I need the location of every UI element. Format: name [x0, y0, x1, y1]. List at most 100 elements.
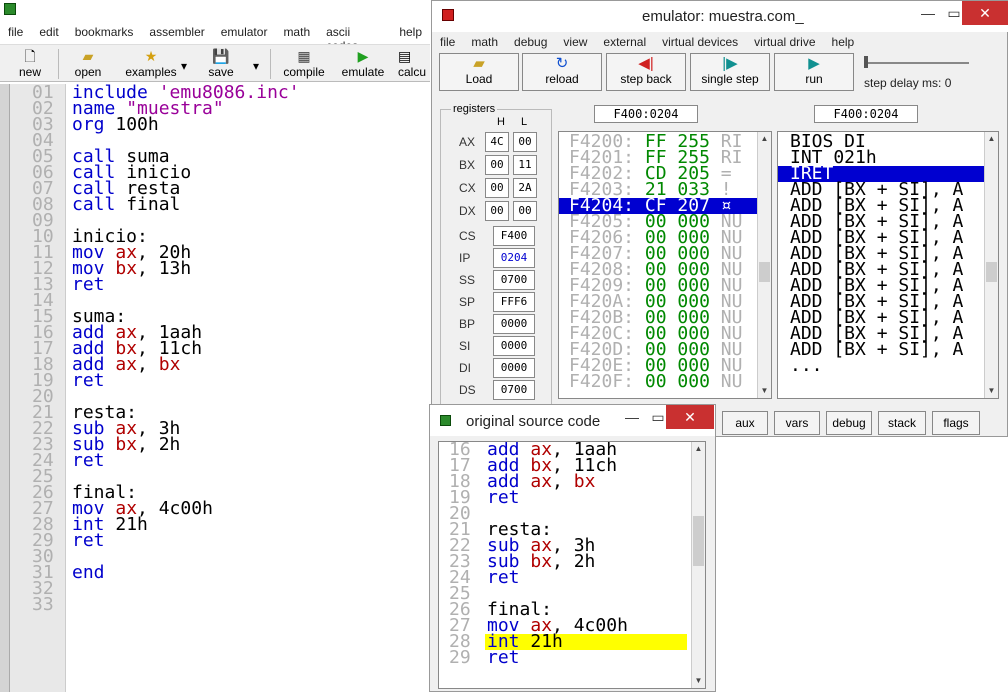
scroll-down-icon[interactable]: ▼ [692, 674, 705, 688]
scroll-thumb[interactable] [759, 262, 770, 282]
flags-button[interactable]: flags [932, 411, 980, 435]
disasm-row[interactable]: ... [790, 357, 823, 375]
code-token: 100h [115, 114, 159, 135]
source-window: original source code — ▭ ✕ 16 add ax, 1aa… [429, 404, 716, 692]
emu-menu-virtual-drive[interactable]: virtual drive [746, 33, 823, 51]
register-ss-value[interactable]: 0700 [493, 270, 535, 290]
code-token: org [72, 114, 116, 135]
emulator-menubar: file math debug view external virtual de… [432, 33, 862, 51]
register-bx-low[interactable]: 11 [513, 155, 537, 175]
emu-menu-file[interactable]: file [432, 33, 463, 51]
register-bp-value[interactable]: 0000 [493, 314, 535, 334]
open-button[interactable]: ▰ open [66, 48, 110, 82]
slider-thumb[interactable] [864, 56, 868, 68]
scroll-down-icon[interactable]: ▼ [985, 384, 998, 398]
memory-address-field[interactable]: F400:0204 [594, 105, 698, 123]
menu-assembler[interactable]: assembler [141, 23, 212, 43]
emu-menu-virtual-devices[interactable]: virtual devices [654, 33, 746, 51]
memory-scrollbar[interactable]: ▲ ▼ [757, 132, 771, 398]
editor-titlebar [0, 0, 430, 22]
code-token: final [126, 194, 181, 215]
code-token: 21h [530, 631, 563, 652]
emu-menu-debug[interactable]: debug [506, 33, 555, 51]
reload-icon: ↻ [555, 55, 569, 72]
aux-button[interactable]: aux [722, 411, 768, 435]
editor-menubar: file edit bookmarks assembler emulator m… [0, 23, 430, 53]
run-button[interactable]: ▶ run [774, 53, 854, 91]
scroll-up-icon[interactable]: ▲ [985, 132, 998, 146]
step-delay-label: step delay ms: 0 [864, 76, 952, 90]
emulator-titlebar: emulator: muestra.com_ — ▭ ✕ [432, 1, 1008, 32]
source-close-button[interactable]: ✕ [666, 405, 714, 429]
register-cs-value[interactable]: F400 [493, 226, 535, 246]
bookmark-margin[interactable] [0, 84, 10, 692]
calculator-button[interactable]: ▤ calcu [398, 48, 430, 82]
code-token: , [137, 354, 159, 375]
code-token: bx [115, 258, 138, 279]
step-back-button[interactable]: ◀| step back [606, 53, 686, 91]
close-button[interactable]: ✕ [962, 1, 1008, 25]
load-button[interactable]: ▰ Load [439, 53, 519, 91]
new-button[interactable]: 🗋 new [8, 48, 52, 82]
scroll-up-icon[interactable]: ▲ [758, 132, 771, 146]
code-token: ax [115, 354, 138, 375]
stack-button[interactable]: stack [878, 411, 926, 435]
register-ds-value[interactable]: 0700 [493, 380, 535, 400]
code-token: ret [487, 567, 520, 588]
emu-menu-math[interactable]: math [463, 33, 506, 51]
register-dx-high[interactable]: 00 [485, 201, 509, 221]
source-code-view[interactable]: 16 add ax, 1aah 17 add bx, 11ch 18 add ax, bx… [438, 441, 706, 689]
source-line: ret [487, 649, 520, 667]
compile-button[interactable]: ▦ compile [278, 48, 330, 82]
step-back-icon: ◀| [638, 55, 654, 72]
debug-button[interactable]: debug [826, 411, 872, 435]
code-token: ret [487, 487, 520, 508]
emu-menu-view[interactable]: view [555, 33, 595, 51]
emulate-button[interactable]: ▶ emulate [336, 48, 390, 82]
floppy-icon: 💾 [212, 48, 230, 64]
open-folder-icon: ▰ [82, 48, 94, 64]
reload-button[interactable]: ↻ reload [522, 53, 602, 91]
scroll-thumb[interactable] [693, 516, 704, 566]
register-si-value[interactable]: 0000 [493, 336, 535, 356]
register-sp-value[interactable]: FFF6 [493, 292, 535, 312]
emu-menu-external[interactable]: external [595, 33, 654, 51]
menu-help[interactable]: help [391, 23, 430, 43]
step-delay-slider[interactable] [864, 56, 974, 70]
source-scrollbar[interactable]: ▲ ▼ [691, 442, 705, 688]
menu-file[interactable]: file [0, 23, 31, 43]
register-ax-low[interactable]: 00 [513, 132, 537, 152]
register-ip-value[interactable]: 0204 [493, 248, 535, 268]
menu-math[interactable]: math [275, 23, 318, 43]
memory-list[interactable]: F4200: FF 255 RI F4201: FF 255 RI F4202: C… [558, 131, 772, 399]
menu-emulator[interactable]: emulator [213, 23, 276, 43]
disassembly-list[interactable]: BIOS DI INT 021h IRET ADD [BX + SI], A ADD [… [777, 131, 999, 399]
emu-menu-help[interactable]: help [824, 33, 863, 51]
single-step-button[interactable]: |▶ single step [690, 53, 770, 91]
menu-ascii-codes[interactable]: ascii codes [318, 23, 391, 53]
registers-title: registers [451, 103, 498, 115]
save-button[interactable]: 💾 save [198, 48, 244, 82]
register-dx-low[interactable]: 00 [513, 201, 537, 221]
memory-row[interactable]: F420F: 00 000 NU [569, 373, 742, 391]
register-ax-high[interactable]: 4C [485, 132, 509, 152]
low-byte-header: L [521, 116, 528, 128]
code-line: ret [72, 276, 105, 294]
menu-edit[interactable]: edit [31, 23, 66, 43]
register-di-value[interactable]: 0000 [493, 358, 535, 378]
register-cx-low[interactable]: 2A [513, 178, 537, 198]
scroll-thumb[interactable] [986, 262, 997, 282]
menu-bookmarks[interactable]: bookmarks [67, 23, 142, 43]
scroll-down-icon[interactable]: ▼ [758, 384, 771, 398]
examples-button[interactable]: ★ examples [118, 48, 184, 82]
vars-button[interactable]: vars [774, 411, 820, 435]
register-cx-high[interactable]: 00 [485, 178, 509, 198]
emulator-title: emulator: muestra.com_ [642, 8, 804, 25]
code-token: , 2h [552, 551, 596, 572]
scroll-up-icon[interactable]: ▲ [692, 442, 705, 456]
disasm-address-field[interactable]: F400:0204 [814, 105, 918, 123]
disasm-scrollbar[interactable]: ▲ ▼ [984, 132, 998, 398]
register-bx-high[interactable]: 00 [485, 155, 509, 175]
source-window-icon [440, 415, 451, 426]
code-token: bx [573, 471, 596, 492]
